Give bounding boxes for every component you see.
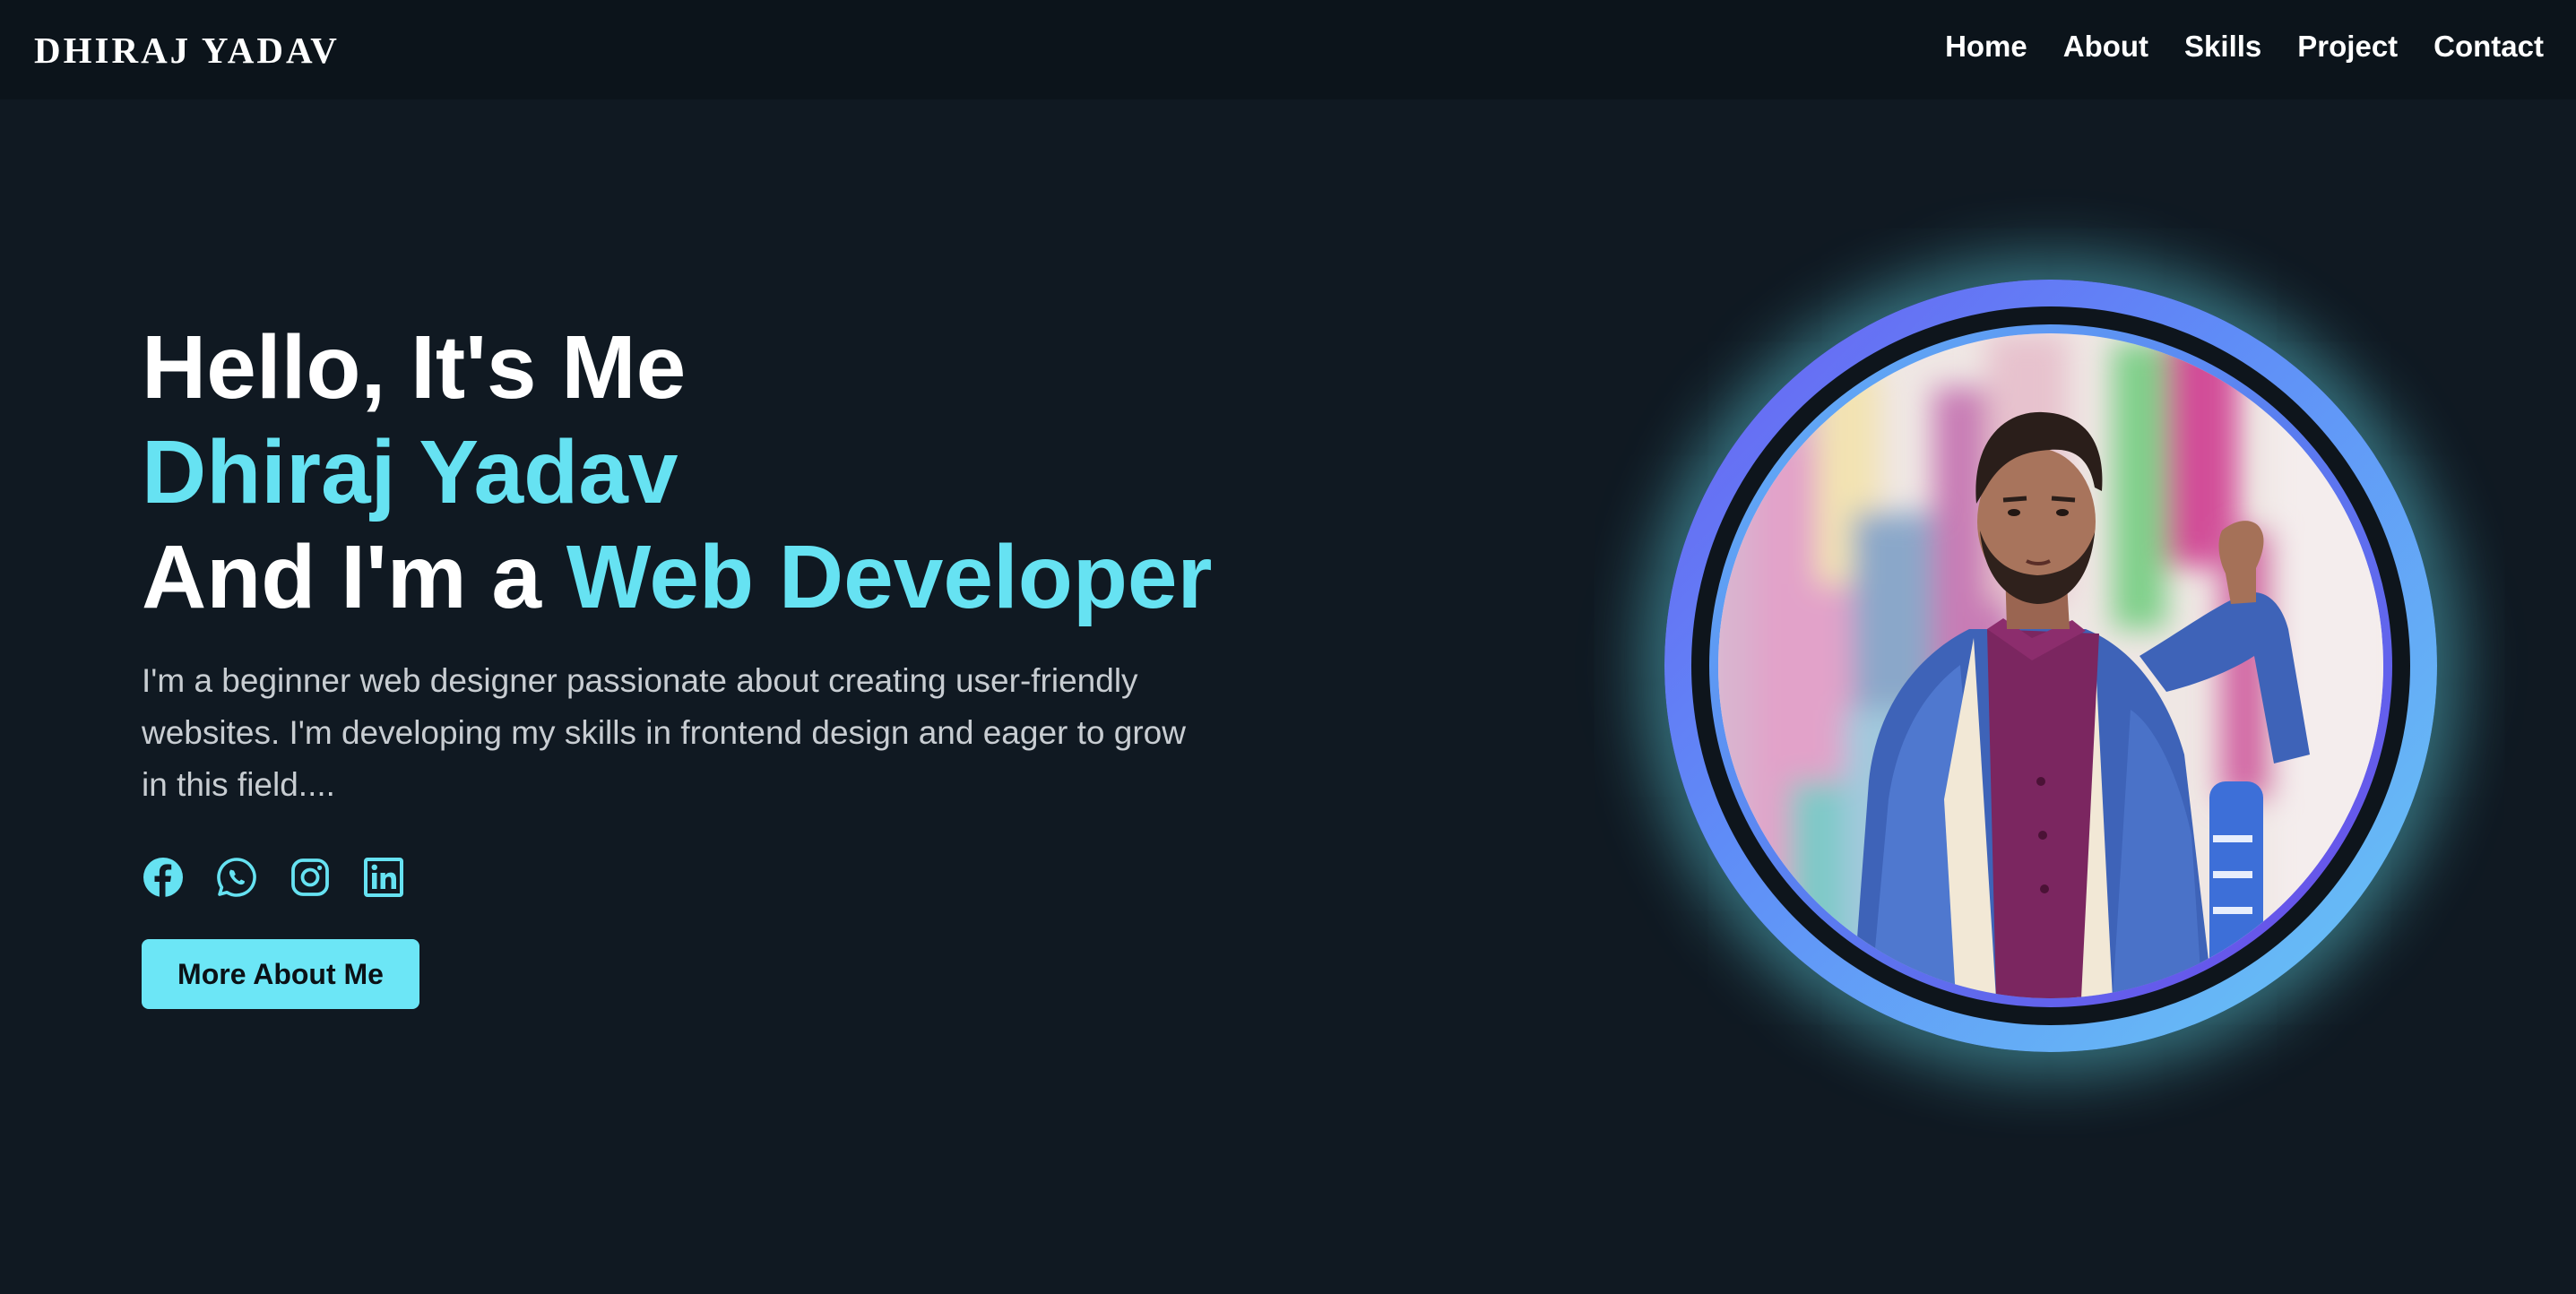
portrait-frame — [1664, 280, 2437, 1052]
whatsapp-icon[interactable] — [215, 856, 258, 899]
more-about-me-button[interactable]: More About Me — [142, 939, 419, 1009]
linkedin-icon[interactable] — [362, 856, 405, 899]
hero-name: Dhiraj Yadav — [142, 422, 679, 522]
navbar: DHIRAJ YADAV Home About Skills Project C… — [0, 0, 2576, 99]
nav-link-about[interactable]: About — [2063, 25, 2148, 68]
facebook-icon[interactable] — [142, 856, 185, 899]
profile-photo-illustration — [1718, 333, 2383, 998]
hero-description: I'm a beginner web designer passionate a… — [142, 662, 1186, 803]
site-logo[interactable]: DHIRAJ YADAV — [34, 27, 340, 73]
nav-link-contact[interactable]: Contact — [2433, 25, 2544, 68]
hero-intro: Hello, It's Me Dhiraj Yadav And I'm a We… — [142, 315, 1253, 844]
social-links — [142, 856, 405, 899]
nav-link-project[interactable]: Project — [2297, 25, 2398, 68]
hero-greeting: Hello, It's Me — [142, 317, 687, 418]
profile-photo — [1718, 333, 2383, 998]
hero-role-line: And I'm a Web Developer — [142, 525, 1253, 630]
instagram-icon[interactable] — [289, 856, 332, 899]
main-nav: Home About Skills Project Contact — [1945, 25, 2544, 68]
nav-link-home[interactable]: Home — [1945, 25, 2027, 68]
nav-link-skills[interactable]: Skills — [2184, 25, 2261, 68]
hero-role: Web Developer — [566, 527, 1213, 627]
hero-role-prefix: And I'm a — [142, 527, 566, 627]
